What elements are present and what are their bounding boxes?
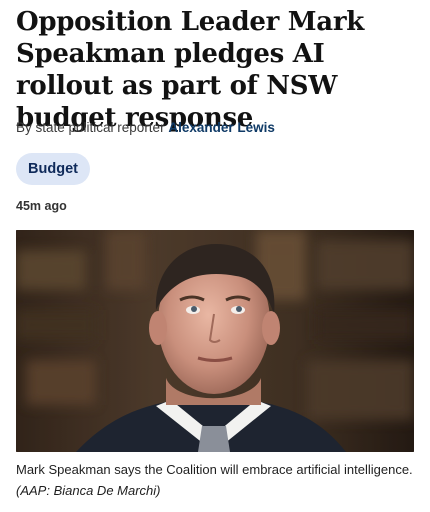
photo-credit: (AAP: Bianca De Marchi) (16, 483, 161, 498)
article-headline: Opposition Leader Mark Speakman pledges … (16, 7, 364, 133)
timestamp: 45m ago (16, 199, 67, 213)
author-link[interactable]: Alexander Lewis (168, 120, 275, 135)
article-page: Opposition Leader Mark Speakman pledges … (0, 0, 430, 512)
topic-tag-button[interactable]: Budget (16, 153, 90, 185)
caption-text: Mark Speakman says the Coalition will em… (16, 462, 413, 477)
photo-caption: Mark Speakman says the Coalition will em… (16, 459, 416, 501)
byline-prefix: By state political reporter (16, 120, 165, 135)
article-photo (16, 230, 414, 452)
portrait-photo-image (16, 230, 414, 452)
byline: By state political reporter Alexander Le… (16, 120, 275, 135)
topic-tag-label: Budget (28, 161, 78, 177)
